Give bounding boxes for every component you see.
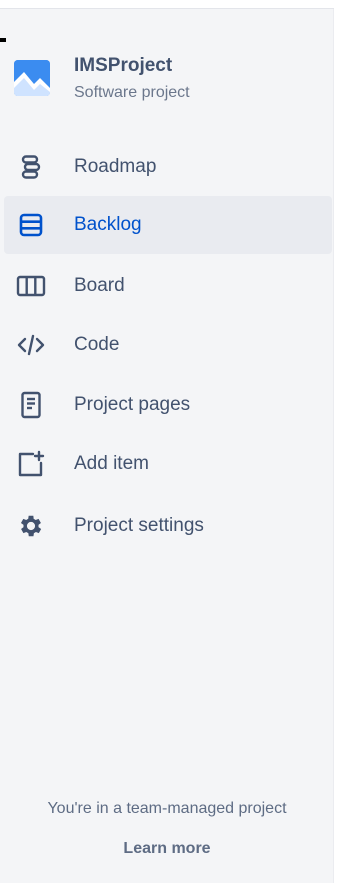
project-header[interactable]: IMSProject Software project <box>14 54 190 104</box>
nav-label-board: Board <box>74 275 125 296</box>
corner-mark <box>0 38 6 42</box>
team-managed-message: You're in a team-managed project <box>47 800 287 817</box>
gear-icon <box>16 511 46 541</box>
project-type: Software project <box>74 84 190 101</box>
nav-item-roadmap[interactable]: Roadmap <box>4 138 332 196</box>
add-item-icon <box>16 449 46 479</box>
nav-label-backlog: Backlog <box>74 214 142 235</box>
code-icon <box>16 330 46 360</box>
nav-item-code[interactable]: Code <box>4 316 332 374</box>
nav-item-project-pages[interactable]: Project pages <box>4 376 332 434</box>
project-text: IMSProject Software project <box>74 54 190 104</box>
nav-item-board[interactable]: Board <box>4 257 332 315</box>
nav-item-project-settings[interactable]: Project settings <box>4 497 332 555</box>
project-sidebar: IMSProject Software project Roadmap Back… <box>0 0 334 883</box>
nav-label-project-settings: Project settings <box>74 515 204 536</box>
top-edge <box>0 0 334 9</box>
nav-item-backlog[interactable]: Backlog <box>4 196 332 254</box>
nav-item-add-item[interactable]: Add item <box>4 435 332 493</box>
board-icon <box>16 271 46 301</box>
nav-label-add-item: Add item <box>74 453 149 474</box>
page-icon <box>16 390 46 420</box>
nav-label-roadmap: Roadmap <box>74 156 157 177</box>
roadmap-icon <box>16 152 46 182</box>
nav-label-code: Code <box>74 334 120 355</box>
backlog-icon <box>16 210 46 240</box>
project-avatar-icon[interactable] <box>14 60 50 96</box>
project-name[interactable]: IMSProject <box>74 54 190 78</box>
nav-label-project-pages: Project pages <box>74 394 191 415</box>
learn-more-link[interactable]: Learn more <box>0 840 334 858</box>
